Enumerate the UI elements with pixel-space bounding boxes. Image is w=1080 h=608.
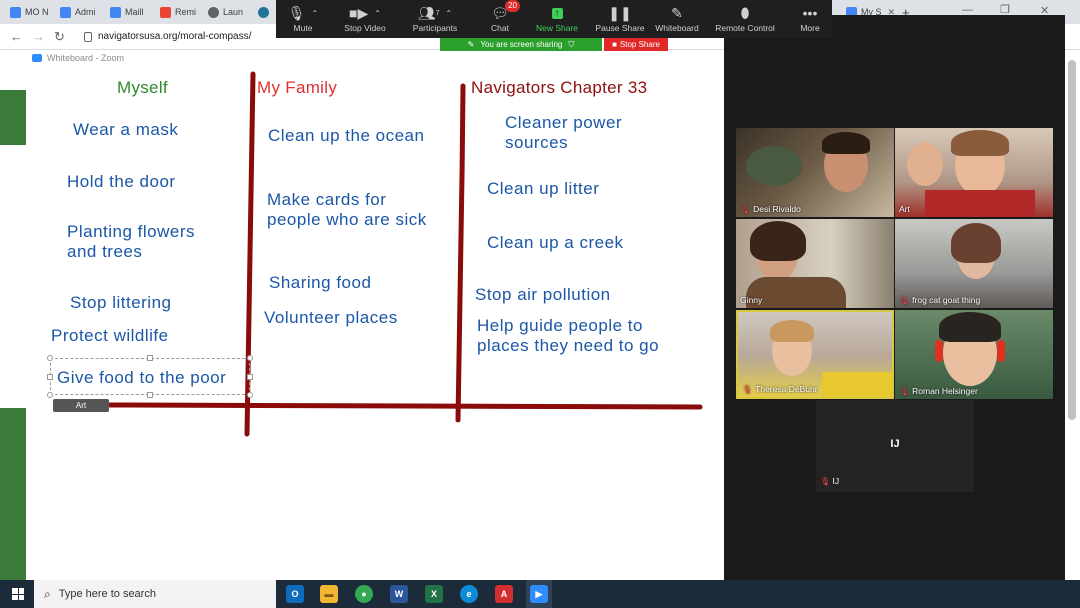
- remote-control-button[interactable]: ⬮ Remote Control: [710, 3, 780, 34]
- resize-handle[interactable]: [47, 355, 53, 361]
- mic-muted-icon: 🎙: [740, 204, 751, 214]
- pencil-icon: ✎: [467, 40, 475, 49]
- excel-icon[interactable]: X: [425, 585, 443, 603]
- acrobat-icon[interactable]: A: [495, 585, 513, 603]
- mic-muted-icon: 🎙: [899, 295, 910, 305]
- list-item: Make cards for people who are sick: [267, 190, 427, 229]
- zoom-meeting-toolbar: 🎙︎ ⌃ Mute ■▶ ⌃ Stop Video 👥︎ 7 ⌃ Participant…: [276, 0, 832, 38]
- participant-name: Ginny: [740, 295, 763, 305]
- whiteboard-button[interactable]: ✎ Whiteboard: [642, 3, 712, 34]
- pause-icon: ❚❚: [608, 4, 632, 21]
- column-heading-myself: Myself: [117, 78, 168, 97]
- baseline-line: [107, 402, 703, 410]
- video-tile[interactable]: 🎙 Desi Rivaldo: [736, 128, 894, 217]
- video-tile-active-speaker[interactable]: 🎙 Theresa DeBuhr: [736, 310, 894, 399]
- microphone-icon: 🎙︎ ⌃: [287, 4, 319, 21]
- resize-handle[interactable]: [147, 355, 153, 361]
- share-arrow-icon: ↑: [551, 3, 563, 23]
- mute-button[interactable]: 🎙︎ ⌃ Mute: [268, 3, 338, 34]
- mic-muted-icon: 🎙: [820, 477, 831, 486]
- column-heading-chapter: Navigators Chapter 33: [471, 78, 648, 97]
- pencil-icon: ✎: [671, 4, 683, 21]
- list-item: Volunteer places: [264, 308, 398, 327]
- zoom-icon[interactable]: ▶: [530, 585, 548, 603]
- video-tile[interactable]: 🎙 Roman Helsinger: [895, 310, 1053, 399]
- video-tile[interactable]: 🎙 frog cat goat thing: [895, 219, 1053, 308]
- video-tile[interactable]: Art: [895, 128, 1053, 217]
- participant-name: 🎙 frog cat goat thing: [899, 295, 981, 305]
- taskbar-search-box[interactable]: ⌕ Type here to search: [34, 580, 276, 608]
- resize-handle[interactable]: [247, 374, 253, 380]
- stop-share-button[interactable]: ■ Stop Share: [604, 38, 668, 51]
- list-item: Cleaner power sources: [505, 113, 623, 152]
- participant-initials: IJ: [890, 438, 900, 450]
- file-explorer-icon[interactable]: ▬: [320, 585, 338, 603]
- list-item: Protect wildlife: [51, 326, 169, 345]
- screen-sharing-banner: ✎ You are screen sharing ⛉: [440, 38, 602, 51]
- list-item: Help guide people to places they need to…: [477, 316, 660, 355]
- video-tile[interactable]: Ginny: [736, 219, 894, 308]
- chat-icon: 💬︎ 20: [491, 0, 521, 23]
- list-item: Stop littering: [70, 293, 172, 312]
- participant-name: 🎙 IJ: [820, 476, 840, 486]
- resize-handle[interactable]: [247, 392, 253, 398]
- search-placeholder: Type here to search: [58, 588, 156, 600]
- mouse-icon: ⬮: [740, 4, 750, 21]
- video-tile-off[interactable]: IJ 🎙 IJ: [816, 400, 974, 492]
- participant-name: 🎙 Theresa DeBuhr: [742, 384, 818, 394]
- word-icon[interactable]: W: [390, 585, 408, 603]
- more-button[interactable]: ••• More: [775, 3, 845, 33]
- list-item: Clean up litter: [487, 179, 600, 198]
- list-item: Sharing food: [269, 273, 372, 292]
- windows-start-icon[interactable]: [12, 588, 24, 600]
- column-heading-family: My Family: [257, 78, 338, 97]
- list-item: Wear a mask: [73, 120, 179, 139]
- divider-line-2: [455, 83, 466, 423]
- annotator-label: Art: [53, 399, 109, 412]
- resize-handle[interactable]: [47, 392, 53, 398]
- list-item: Clean up a creek: [487, 233, 624, 252]
- new-share-button[interactable]: ↑ New Share: [522, 3, 592, 33]
- mic-muted-icon: 🎙: [742, 384, 753, 394]
- resize-handle[interactable]: [47, 374, 53, 380]
- chat-badge: 20: [505, 0, 521, 12]
- video-camera-icon: ■▶ ⌃: [349, 4, 381, 21]
- shield-icon: ⛉: [568, 39, 575, 49]
- edge-icon[interactable]: e: [460, 585, 478, 603]
- participant-name: 🎙 Roman Helsinger: [899, 386, 978, 396]
- mic-muted-icon: 🎙: [899, 386, 910, 396]
- selection-box[interactable]: [47, 355, 253, 398]
- resize-handle[interactable]: [147, 392, 153, 398]
- resize-handle[interactable]: [247, 355, 253, 361]
- outlook-icon[interactable]: O: [286, 585, 304, 603]
- search-icon: ⌕: [44, 586, 51, 601]
- list-item: Clean up the ocean: [268, 126, 425, 145]
- chrome-icon[interactable]: ●: [355, 585, 373, 603]
- list-item: Planting flowers and trees: [67, 222, 196, 261]
- participants-button[interactable]: 👥︎ 7 ⌃ Participants: [400, 3, 470, 34]
- participant-name: 🎙 Desi Rivaldo: [740, 204, 801, 214]
- list-item: Hold the door: [67, 172, 176, 191]
- stop-icon: ■: [612, 40, 617, 49]
- participant-name: Art: [899, 204, 910, 214]
- list-item: Stop air pollution: [475, 285, 611, 304]
- stop-video-button[interactable]: ■▶ ⌃ Stop Video: [330, 3, 400, 34]
- ellipsis-icon: •••: [802, 5, 818, 21]
- screen: MO N Admi Maill Remi Laun My S ✕ + — ❐ ✕: [0, 0, 1080, 608]
- participants-icon: 👥︎ 7 ⌃: [417, 4, 453, 21]
